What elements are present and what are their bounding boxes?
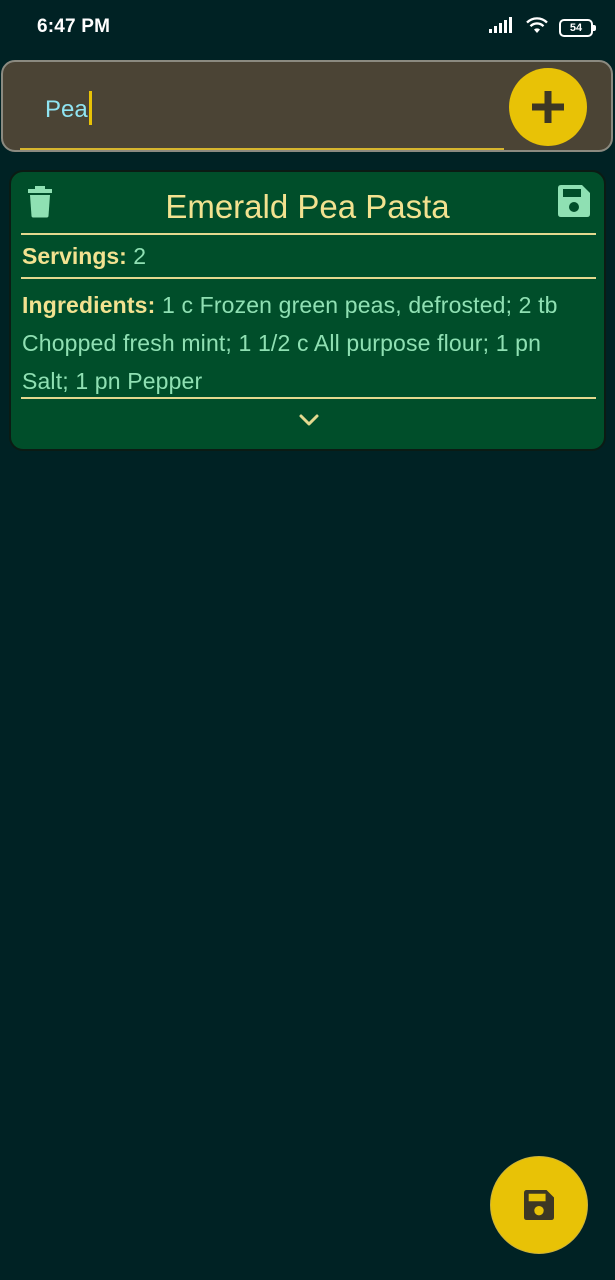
save-recipe-button[interactable] [558,185,590,217]
divider [21,277,596,279]
recipe-card-header: Emerald Pea Pasta [11,172,604,234]
recipe-title: Emerald Pea Pasta [165,188,450,225]
floppy-disk-icon [558,185,590,217]
add-recipe-button[interactable] [509,68,587,146]
status-icons: 54 [489,16,596,39]
signal-icon [489,16,515,39]
status-bar: 6:47 PM 54 [0,0,615,54]
servings-value: 2 [133,243,147,269]
servings-row: Servings: 2 [22,243,146,270]
plus-icon [532,91,564,123]
search-bar: Pea [1,60,613,152]
battery-icon: 54 [559,18,596,37]
recipe-card: Emerald Pea Pasta Servings: 2 Ingredient… [9,170,606,451]
ingredients-row: Ingredients: 1 c Frozen green peas, defr… [22,286,592,400]
expand-recipe-button[interactable] [295,409,323,431]
ingredients-label: Ingredients: [22,292,156,318]
search-underline [20,148,504,150]
text-caret [88,91,92,125]
wifi-icon [525,16,549,39]
chevron-down-icon [299,414,319,426]
save-fab-button[interactable] [490,1156,588,1254]
floppy-disk-icon [524,1190,554,1220]
search-input-value: Pea [45,96,88,123]
divider [21,397,596,399]
divider [21,233,596,235]
servings-label: Servings: [22,243,127,269]
search-input[interactable]: Pea [45,91,92,125]
status-time: 6:47 PM [37,16,111,37]
